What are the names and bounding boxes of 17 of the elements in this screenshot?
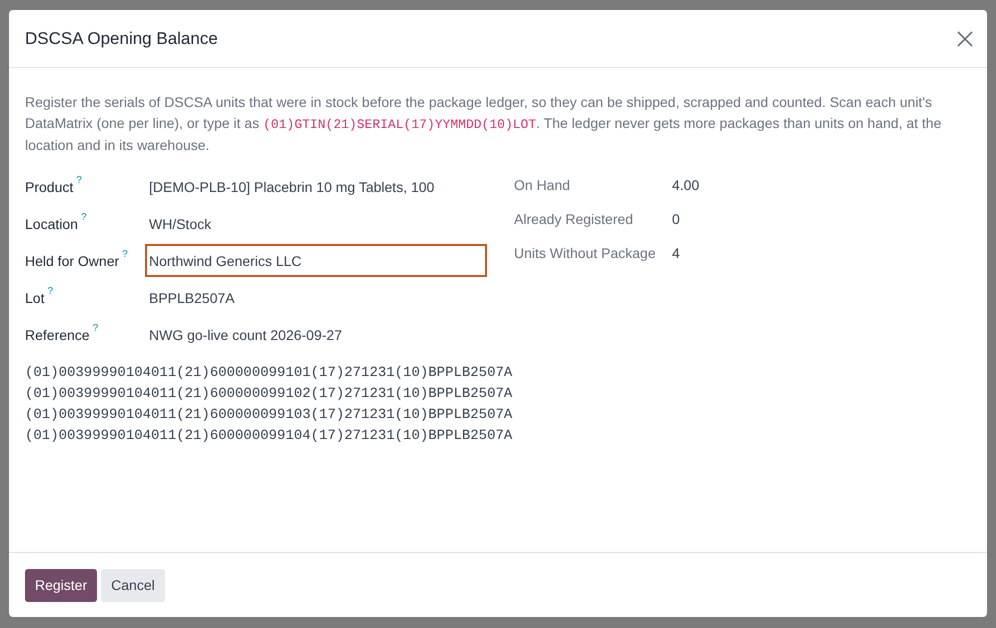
dialog-title: DSCSA Opening Balance (25, 28, 218, 48)
stat-value: 4 (672, 245, 680, 261)
stat-value: 0 (672, 211, 680, 227)
field-label: Product $^{?}$ (25, 178, 83, 194)
field-label: Reference $^{?}$ (25, 326, 100, 342)
description-text: Register the serials of DSCSA units that were in stock before the package ledger, so they can be shipped, scrapped and counted. Scan each unit's DataMatrix (one per line), or type it as (01)GTIN(21)SERIAL(17)YYMMDD(10)LOT. The ledger never gets more packages than units on hand, at the location and in its warehouse. (25, 93, 942, 155)
stat-value: 4.00 (672, 177, 700, 193)
stat-label: Already Registered (514, 211, 634, 227)
field-label: Location $^{?}$ (25, 216, 88, 232)
stat-label: On Hand (514, 177, 572, 193)
register-button[interactable]: Register (25, 568, 98, 602)
close-icon[interactable] (957, 30, 973, 46)
input-field[interactable]: Northwind Generics LLC (145, 244, 487, 277)
cancel-button[interactable]: Cancel (101, 568, 165, 602)
stat-label: Units Without Package (514, 245, 657, 261)
field-label: Held for Owner $^{?}$ (25, 252, 129, 268)
field-label: Lot $^{?}$ (25, 290, 54, 306)
